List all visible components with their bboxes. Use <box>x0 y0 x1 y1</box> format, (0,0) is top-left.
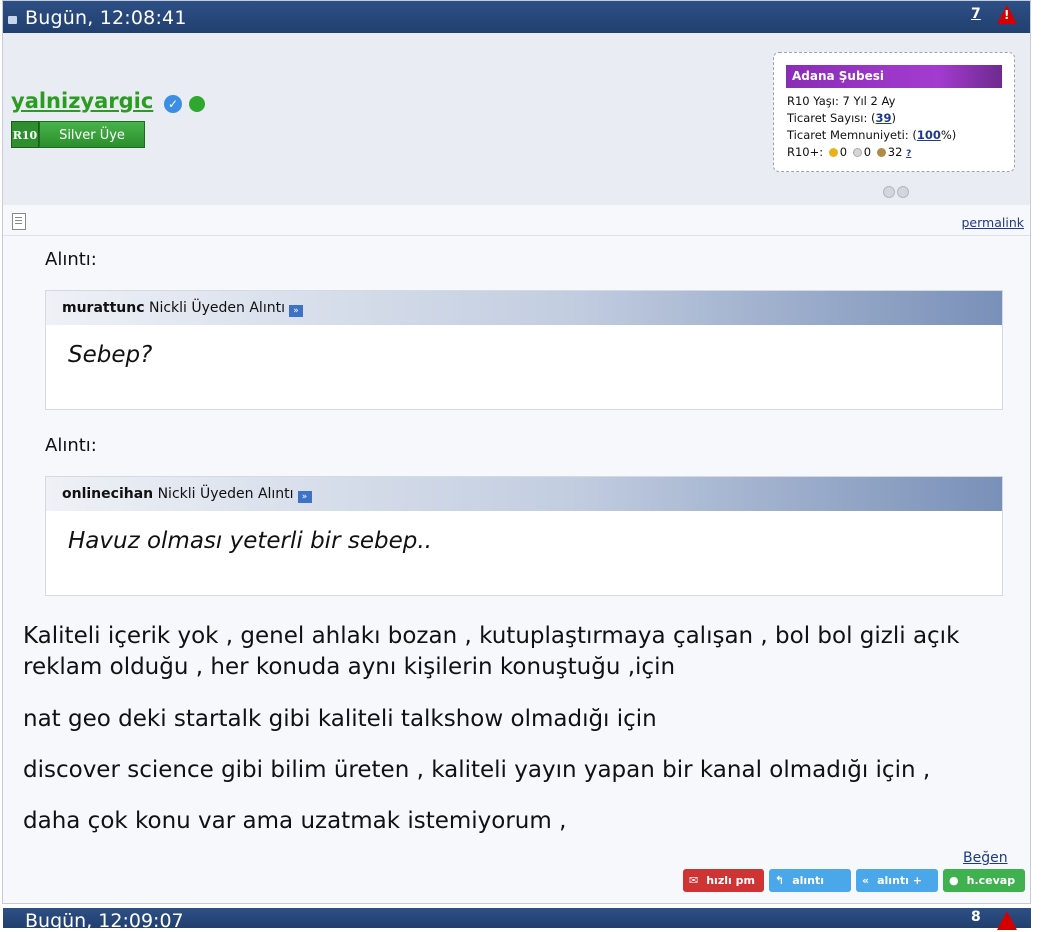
quote-label: Alıntı: <box>45 435 97 456</box>
quote-label: Alıntı: <box>45 249 97 270</box>
report-icon[interactable]: ! <box>997 5 1017 24</box>
quote-body: Havuz olması yeterli bir sebep.. <box>68 528 432 554</box>
quote-author: murattunc <box>62 300 145 316</box>
quote-source: Nickli Üyeden Alıntı <box>148 300 285 316</box>
quick-pm-button[interactable]: ✉ hızlı pm <box>683 869 764 892</box>
quote-button[interactable]: ↰ alıntı <box>769 869 851 892</box>
online-status-icon <box>189 96 205 112</box>
quick-pm-label: hızlı pm <box>706 874 755 887</box>
gold-count: 0 <box>839 145 848 159</box>
trade-satisfaction: Ticaret Memnuniyeti: (100%) <box>787 128 956 142</box>
reply-icon: ↰ <box>775 874 785 887</box>
next-report-icon[interactable] <box>997 911 1017 930</box>
trade-count-label: Ticaret Sayısı: ( <box>787 111 876 125</box>
silver-count: 0 <box>863 145 872 159</box>
branch-label: Adana Şubesi <box>786 65 1002 88</box>
silver-medal-icon <box>852 148 862 157</box>
trade-count: Ticaret Sayısı: (39) <box>787 111 896 125</box>
help-link[interactable]: ? <box>906 149 911 159</box>
multi-quote-button[interactable]: « alıntı + <box>856 869 938 892</box>
message-paragraph: nat geo deki startalk gibi kaliteli talk… <box>23 706 657 732</box>
view-post-icon[interactable]: » <box>288 305 303 317</box>
bronze-medal-icon <box>876 148 886 157</box>
next-post-number[interactable]: 8 <box>971 909 981 925</box>
satisfaction-label: Ticaret Memnuniyeti: ( <box>787 128 917 142</box>
trade-count-suffix: ) <box>891 111 897 125</box>
quote-block: onlinecihan Nickli Üyeden Alıntı» Havuz … <box>45 476 1003 596</box>
quote-block: murattunc Nickli Üyeden Alıntı» Sebep? <box>45 290 1003 410</box>
like-link[interactable]: Beğen <box>963 850 1008 866</box>
bronze-count: 32 <box>887 145 903 159</box>
quote-header: onlinecihan Nickli Üyeden Alıntı» <box>46 477 1002 511</box>
user-stats-box: Adana Şubesi R10 Yaşı: 7 Yıl 2 Ay Ticare… <box>773 52 1015 172</box>
quick-reply-label: h.cevap <box>966 874 1016 887</box>
satisfaction-suffix: %) <box>940 128 957 142</box>
quick-reply-button[interactable]: ● h.cevap <box>943 869 1025 892</box>
report-icon-glyph: ! <box>1004 8 1010 22</box>
username-link[interactable]: yalnizyargic <box>11 89 153 113</box>
permalink-link[interactable]: permalink <box>962 215 1025 230</box>
post-actions: ✉ hızlı pm ↰ alıntı « alıntı + ● h.cevap <box>683 869 1030 892</box>
quote-source: Nickli Üyeden Alıntı <box>157 486 294 502</box>
post-header: Bugün, 12:08:41 7 ! <box>3 1 1030 33</box>
r10plus-label: R10+: <box>787 145 824 159</box>
view-post-icon[interactable]: » <box>297 491 312 503</box>
next-post-date: Bugün, 12:09:07 <box>25 910 184 932</box>
verified-icon: ✓ <box>164 95 182 113</box>
post-number-link[interactable]: 7 <box>971 6 981 22</box>
stats-pager <box>883 183 911 202</box>
post-date: Bugün, 12:08:41 <box>25 7 187 29</box>
trade-count-link[interactable]: 39 <box>876 111 892 125</box>
user-info: yalnizyargic ✓ R10 Silver Üye Adana Şube… <box>3 33 1030 205</box>
post-status-icon <box>8 16 17 24</box>
quote-header: murattunc Nickli Üyeden Alıntı» <box>46 291 1002 325</box>
quote-button-label: alıntı <box>792 874 825 887</box>
pager-dot[interactable] <box>883 186 895 198</box>
post-container: Bugün, 12:08:41 7 ! yalnizyargic ✓ R10 S… <box>2 0 1031 904</box>
rank-badge: R10 Silver Üye <box>11 121 145 148</box>
multi-quote-label: alıntı + <box>877 874 922 887</box>
rank-code: R10 <box>11 121 39 148</box>
reply-all-icon: « <box>862 874 870 887</box>
chat-icon: ● <box>949 874 959 887</box>
member-age: R10 Yaşı: 7 Yıl 2 Ay <box>787 94 896 108</box>
r10plus-medals: R10+: 0 0 32 ? <box>787 145 911 159</box>
gold-medal-icon <box>828 148 838 157</box>
message-paragraph: discover science gibi bilim üreten , kal… <box>23 757 931 783</box>
next-post-header: Bugün, 12:09:07 8 <box>3 908 1031 932</box>
pager-dot[interactable] <box>897 186 909 198</box>
post-document-icon <box>12 213 26 230</box>
quote-author: onlinecihan <box>62 486 154 502</box>
mail-icon: ✉ <box>689 874 699 887</box>
rank-title: Silver Üye <box>39 121 145 148</box>
message-paragraph: daha çok konu var ama uzatmak istemiyoru… <box>23 808 567 834</box>
message-paragraph: Kaliteli içerik yok , genel ahlakı bozan… <box>23 623 960 680</box>
quote-body: Sebep? <box>68 342 153 368</box>
post-content: permalink Alıntı: murattunc Nickli Üyede… <box>3 205 1030 903</box>
satisfaction-link[interactable]: 100 <box>917 128 941 142</box>
divider <box>3 235 1030 236</box>
